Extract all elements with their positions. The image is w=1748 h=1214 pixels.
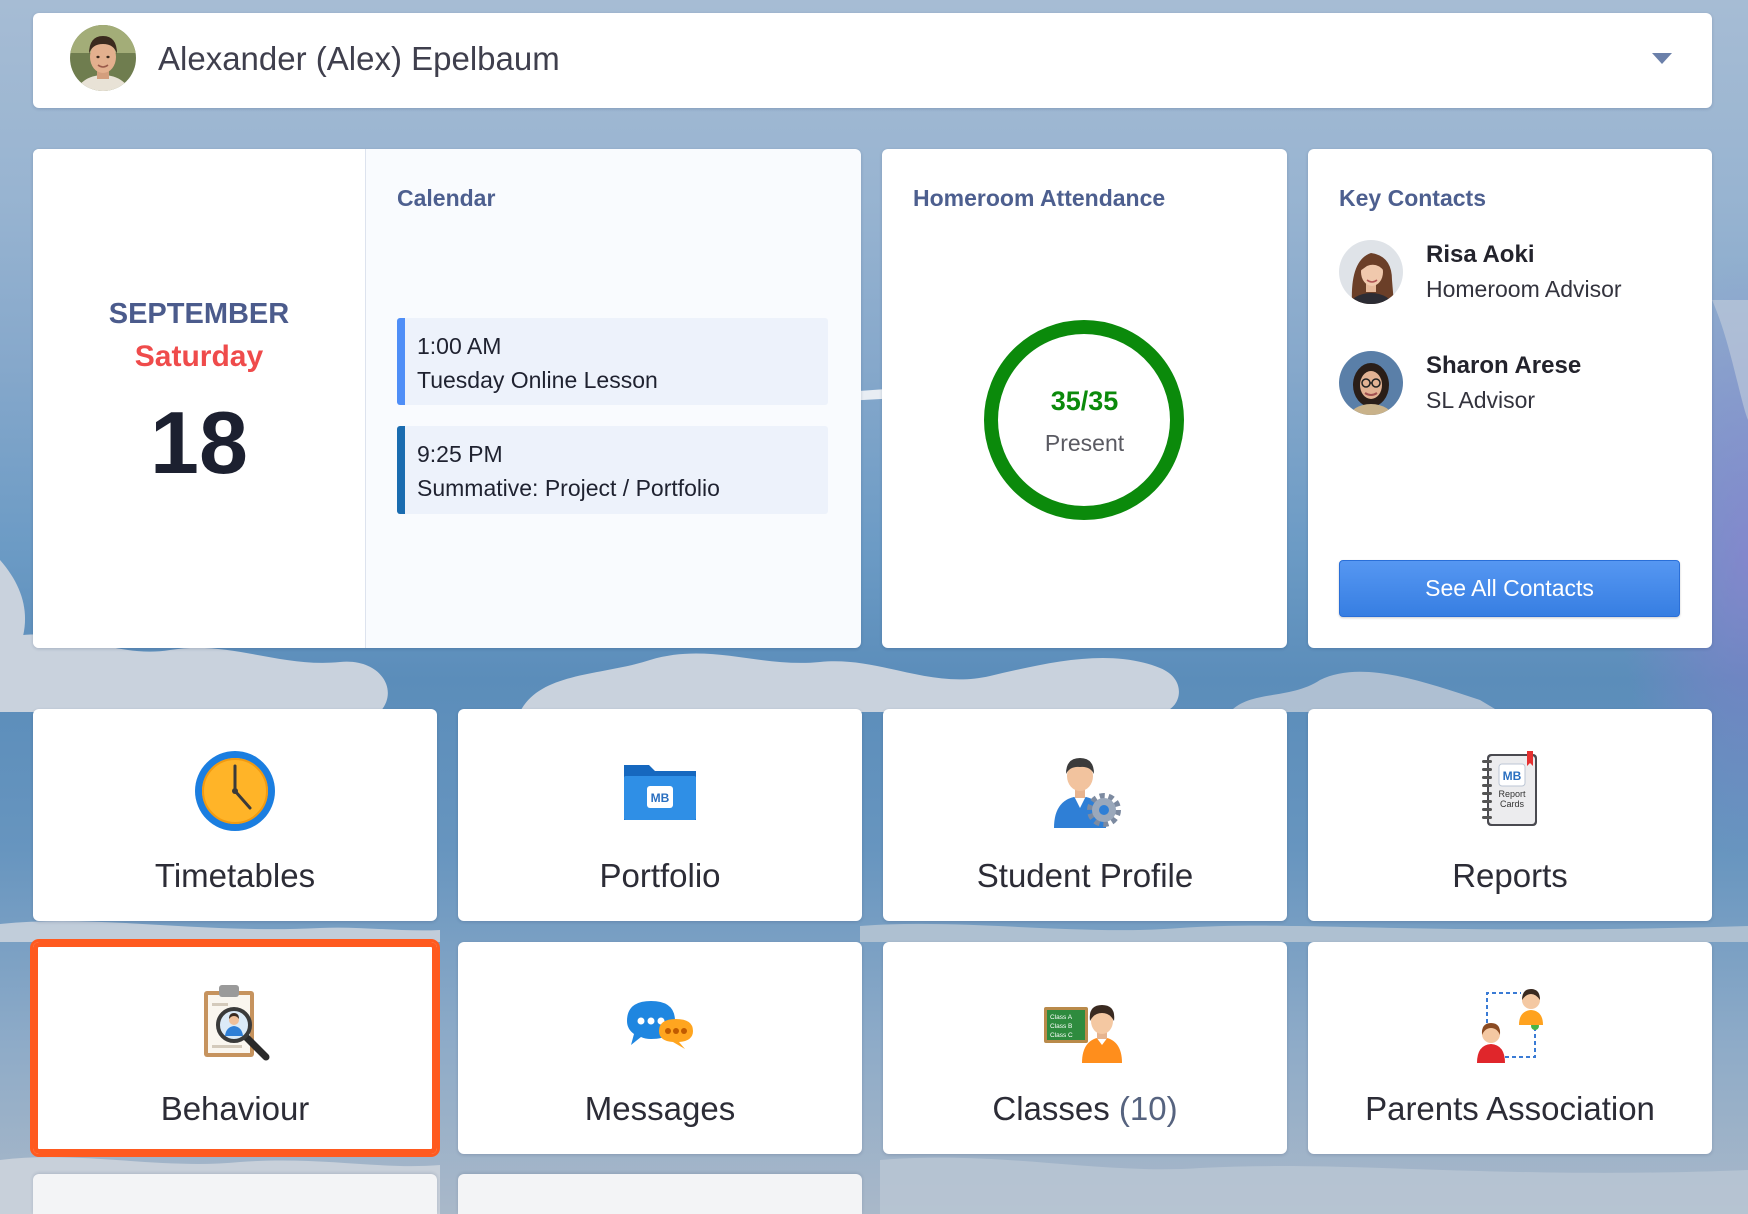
- contact-item[interactable]: Sharon Arese SL Advisor: [1339, 348, 1684, 418]
- tile-label: Timetables: [154, 857, 316, 894]
- clock-icon: [190, 746, 280, 836]
- calendar-title: Calendar: [397, 185, 496, 211]
- classes-count: (10): [1118, 1090, 1178, 1127]
- classes-graphic: Class A Class B Class C: [1044, 1005, 1122, 1063]
- event-title: Summative: Project / Portfolio: [417, 475, 720, 501]
- calendar-event[interactable]: 1:00 AM Tuesday Online Lesson: [397, 318, 828, 405]
- date-month: SEPTEMBER: [108, 298, 290, 330]
- attendance-card[interactable]: Homeroom Attendance 35/35 Present: [882, 149, 1287, 648]
- student-avatar-image: [70, 25, 136, 91]
- event-time: 1:00 AM: [417, 333, 502, 359]
- attendance-title: Homeroom Attendance: [913, 185, 1166, 211]
- contact-name: Sharon Arese: [1426, 352, 1582, 379]
- behaviour-clipboard-icon: [190, 979, 280, 1069]
- behaviour-clipboard-graphic: [204, 985, 270, 1061]
- contacts-title: Key Contacts: [1339, 185, 1486, 211]
- icon-lettering: Report: [1498, 789, 1526, 799]
- messages-graphic: [627, 1001, 693, 1049]
- icon-lettering: MB: [1503, 769, 1522, 783]
- tile-label-text: Classes: [992, 1090, 1110, 1127]
- student-name: Alexander (Alex) Epelbaum: [158, 40, 560, 77]
- tile-partial[interactable]: [458, 1174, 862, 1214]
- student-selector[interactable]: Alexander (Alex) Epelbaum: [33, 13, 1712, 108]
- clock-icon-graphic: [195, 751, 275, 831]
- student-profile-graphic: [1054, 758, 1121, 828]
- tile-label: Student Profile: [976, 857, 1194, 894]
- date-day: 18: [150, 393, 248, 492]
- tile-messages[interactable]: Messages: [458, 942, 862, 1154]
- tile-parents-association[interactable]: Parents Association: [1308, 942, 1712, 1154]
- event-title: Tuesday Online Lesson: [417, 367, 658, 393]
- event-time: 9:25 PM: [417, 441, 503, 467]
- tile-portfolio[interactable]: MB Portfolio: [458, 709, 862, 921]
- key-contacts-card: Key Contacts Risa Aoki Homeroom Advisor: [1308, 149, 1712, 648]
- attendance-value: 35/35: [1050, 386, 1119, 416]
- tile-reports[interactable]: MB Report Cards Reports: [1308, 709, 1712, 921]
- see-all-contacts-button[interactable]: See All Contacts: [1339, 560, 1680, 617]
- tile-partial[interactable]: [33, 1174, 437, 1214]
- contact-photo: [1339, 351, 1403, 415]
- tile-behaviour[interactable]: Behaviour: [33, 942, 437, 1154]
- tile-classes[interactable]: Class A Class B Class C Classes (10): [883, 942, 1287, 1154]
- messages-icon: [615, 979, 705, 1069]
- portfolio-folder-icon: MB: [615, 746, 705, 836]
- parents-association-icon: [1465, 979, 1555, 1069]
- tile-label: Parents Association: [1365, 1090, 1655, 1127]
- tile-timetables[interactable]: Timetables: [33, 709, 437, 921]
- date-weekday: Saturday: [134, 340, 264, 373]
- student-avatar-icon: [70, 25, 136, 91]
- tile-student-profile[interactable]: Student Profile: [883, 709, 1287, 921]
- calendar-event[interactable]: 9:25 PM Summative: Project / Portfolio: [397, 426, 828, 514]
- contact-role: SL Advisor: [1426, 387, 1536, 413]
- classes-icon: Class A Class B Class C: [1040, 979, 1130, 1069]
- icon-lettering: Cards: [1500, 799, 1525, 809]
- contact-photo: [1339, 240, 1403, 304]
- contact-avatar-icon: [1339, 240, 1403, 304]
- tile-label: Portfolio: [599, 857, 721, 894]
- tile-label: Behaviour: [160, 1090, 310, 1127]
- contact-name: Risa Aoki: [1426, 241, 1535, 268]
- icon-lettering: Class C: [1050, 1032, 1073, 1039]
- contact-item[interactable]: Risa Aoki Homeroom Advisor: [1339, 237, 1684, 307]
- calendar-card: SEPTEMBER Saturday 18 Calendar 1:00 AM T…: [33, 149, 861, 648]
- tile-label: Reports: [1452, 857, 1568, 894]
- icon-lettering: Class A: [1050, 1014, 1073, 1021]
- attendance-label: Present: [1044, 430, 1125, 456]
- report-cards-graphic: MB Report Cards: [1482, 751, 1537, 826]
- caret-down-icon[interactable]: [1652, 53, 1672, 64]
- icon-lettering: Class B: [1050, 1023, 1072, 1030]
- tile-label: Messages: [584, 1090, 736, 1127]
- portfolio-folder-graphic: MB: [624, 765, 696, 820]
- contact-avatar-icon: [1339, 351, 1403, 415]
- icon-lettering: MB: [651, 791, 670, 805]
- date-panel: SEPTEMBER Saturday 18: [33, 149, 366, 648]
- report-cards-icon: MB Report Cards: [1465, 746, 1555, 836]
- student-profile-icon: [1040, 746, 1130, 836]
- contact-role: Homeroom Advisor: [1426, 276, 1622, 302]
- tile-label: Classes (10): [883, 1089, 1287, 1129]
- parents-association-graphic: [1477, 989, 1543, 1063]
- attendance-ring: [984, 320, 1184, 520]
